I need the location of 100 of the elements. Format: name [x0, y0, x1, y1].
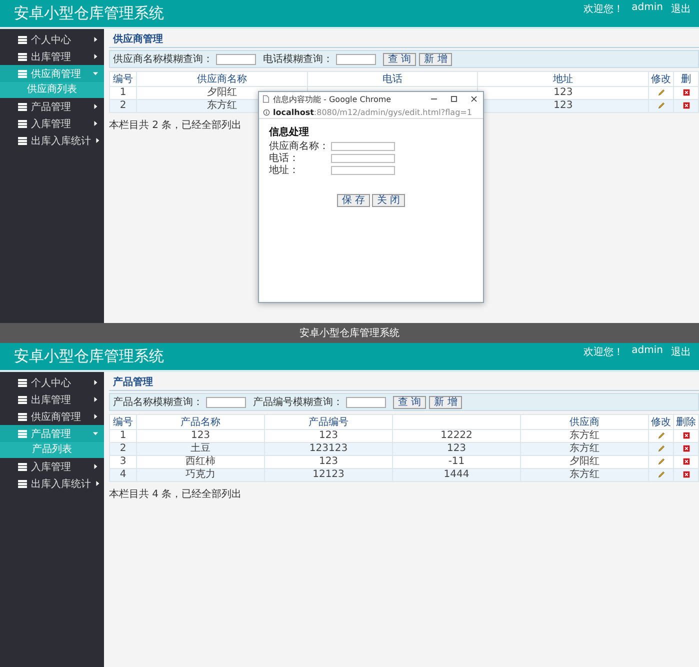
field-label: 供应商名称：	[269, 140, 330, 152]
app-title: 安卓小型仓库管理系统	[14, 4, 164, 23]
column-header: 编号	[113, 74, 133, 85]
welcome-text: 欢迎您！	[584, 2, 624, 16]
table-cell: 西红柿	[186, 456, 216, 467]
table-cell: 东方红	[570, 443, 600, 454]
stack-icon	[18, 36, 27, 44]
table-cell: 123123	[309, 443, 348, 454]
table-cell: 土豆	[190, 443, 210, 454]
toolbar-button[interactable]: 查 询	[383, 52, 416, 66]
search-label: 电话模糊查询：	[263, 52, 333, 66]
stack-icon	[18, 412, 27, 420]
field-label: 地址：	[269, 164, 300, 177]
menu-item[interactable]: 产品管理	[0, 98, 104, 115]
toolbar-button[interactable]: 新 增	[429, 396, 462, 408]
maximize-icon[interactable]	[449, 94, 459, 104]
stack-icon	[18, 396, 27, 404]
table-cell: 12123	[312, 469, 344, 480]
stack-icon	[18, 136, 27, 144]
table-cell: 4	[120, 469, 126, 480]
welcome-text: 欢迎您！	[584, 346, 624, 359]
table-cell: 夕阳红	[570, 456, 600, 467]
menu-item[interactable]: 出库管理	[0, 48, 104, 65]
menu-item[interactable]: 个人中心	[0, 31, 104, 48]
delete-icon[interactable]	[682, 470, 690, 478]
menu-item[interactable]: 个人中心	[0, 374, 104, 391]
table-cell: 2	[120, 100, 126, 111]
address-url: localhost:8080/m12/admin/gys/edit.html?flag=1	[273, 108, 472, 116]
table-cell: 123	[554, 100, 573, 111]
record-count: 本栏目共 2 条，已经全部列出	[109, 118, 242, 132]
column-header: 供应商	[570, 417, 600, 428]
close-icon[interactable]	[469, 94, 479, 104]
table-cell: 1	[120, 430, 126, 441]
stack-icon	[18, 70, 27, 78]
menu-item[interactable]: 出库入库统计	[0, 475, 104, 492]
table-cell: 123	[446, 443, 466, 454]
menu-item[interactable]: 入库管理	[0, 115, 104, 132]
menu-item[interactable]: 入库管理	[0, 458, 104, 475]
menu-item[interactable]: 供应商管理	[0, 408, 104, 425]
toolbar-button[interactable]: 新 增	[419, 52, 452, 66]
section-title: 产品管理	[109, 374, 699, 391]
input-field[interactable]	[331, 166, 395, 174]
search-field[interactable]	[346, 396, 386, 408]
window-title: 信息内容功能 - Google Chrome	[273, 94, 392, 104]
menu-item[interactable]: 出库管理	[0, 391, 104, 408]
search-label: 产品名称模糊查询：	[113, 396, 203, 409]
column-header: 修改	[651, 74, 671, 85]
delete-icon[interactable]	[682, 444, 690, 452]
column-header: 删除	[676, 417, 696, 428]
column-header: 产品编号	[308, 417, 348, 428]
table-cell: 123	[318, 430, 338, 441]
search-label: 供应商名称模糊查询：	[113, 52, 213, 66]
search-field[interactable]	[336, 54, 376, 64]
stack-icon	[18, 102, 27, 110]
table-cell: 夕阳红	[206, 87, 237, 98]
table-cell: 巧克力	[186, 469, 216, 480]
stack-icon	[18, 52, 27, 60]
form-button[interactable]: 关 闭	[372, 194, 406, 207]
info-icon	[263, 108, 270, 116]
input-field[interactable]	[331, 142, 395, 150]
delete-icon[interactable]	[682, 102, 690, 109]
table-cell: 123	[190, 430, 210, 441]
table-cell: 123	[554, 87, 573, 98]
search-field[interactable]	[206, 396, 246, 408]
search-field[interactable]	[216, 54, 256, 64]
column-header: 地址	[553, 74, 574, 85]
delete-icon[interactable]	[682, 88, 690, 96]
form-heading: 信息处理	[269, 126, 310, 139]
toolbar-button[interactable]: 查 询	[393, 396, 426, 408]
column-header: 修改	[651, 417, 671, 428]
footer-text: 安卓小型仓库管理系统	[300, 326, 400, 340]
table-cell: 123	[318, 456, 338, 467]
column-header: 电话	[382, 74, 402, 85]
table-cell: 东方红	[570, 469, 600, 480]
delete-icon[interactable]	[682, 458, 690, 465]
column-header: 删	[681, 74, 691, 85]
delete-icon[interactable]	[682, 432, 690, 439]
table-cell: 东方红	[570, 430, 600, 441]
form-button[interactable]: 保 存	[336, 194, 370, 207]
table-cell: 东方红	[206, 100, 237, 111]
search-label: 产品编号模糊查询：	[253, 396, 343, 409]
stack-icon	[18, 462, 27, 470]
table-cell: 12222	[440, 430, 472, 441]
menu-item[interactable]: 出库入库统计	[0, 132, 104, 149]
app-title: 安卓小型仓库管理系统	[14, 347, 164, 366]
column-header: 编号	[113, 417, 133, 428]
user-name: admin	[632, 2, 663, 15]
stack-icon	[18, 430, 27, 438]
table-cell: -11	[448, 456, 465, 467]
column-header: 产品名称	[180, 417, 220, 428]
table-cell: 1444	[444, 469, 470, 480]
user-name: admin	[632, 345, 663, 358]
column-header: 供应商名称	[196, 74, 247, 85]
record-count: 本栏目共 4 条，已经全部列出	[109, 488, 242, 501]
page-icon	[263, 95, 269, 103]
stack-icon	[18, 378, 27, 386]
input-field[interactable]	[331, 154, 395, 162]
stack-icon	[18, 480, 27, 488]
table-cell: 1	[120, 87, 126, 98]
table-cell: 2	[120, 443, 126, 454]
